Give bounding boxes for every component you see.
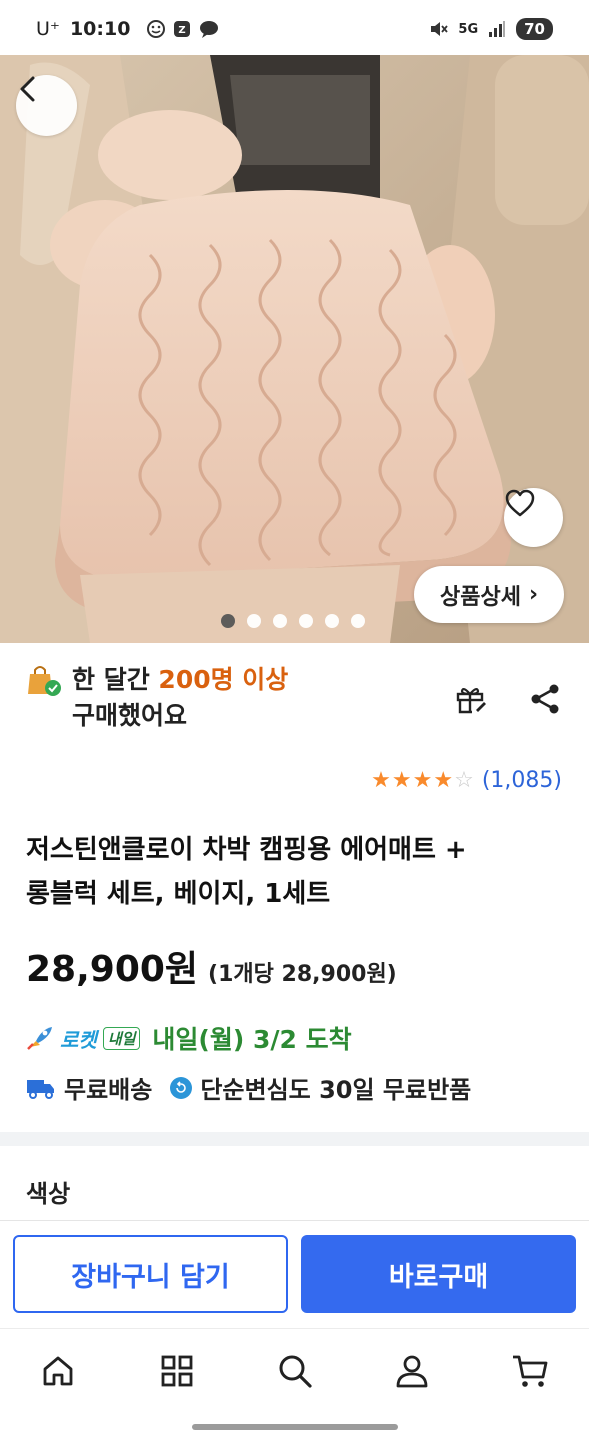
star-filled-icon: ★ (371, 767, 391, 793)
nav-cart[interactable] (510, 1351, 550, 1391)
product-detail-label: 상품상세 (439, 584, 521, 610)
free-return-label: 단순변심도 30일 무료반품 (200, 1076, 472, 1104)
cart-icon (513, 1355, 548, 1387)
notification-icons: Z (146, 19, 220, 39)
star-filled-icon: ★ (412, 767, 433, 793)
clock: 10:10 (69, 18, 131, 40)
heart-icon (505, 489, 535, 517)
review-count-link[interactable]: (1,085) (482, 768, 562, 793)
category-icon (161, 1355, 193, 1387)
section-divider (0, 1132, 589, 1146)
unit-price: (1개당 28,900원) (208, 962, 397, 987)
nav-search[interactable] (275, 1351, 315, 1391)
gesture-bar[interactable] (192, 1424, 398, 1430)
carrier-label: U⁺ (36, 18, 60, 40)
truck-icon (27, 1079, 54, 1099)
nav-category[interactable] (157, 1351, 197, 1391)
status-right: 5G 70 (428, 18, 553, 40)
product-title-line: 저스틴앤클로이 차박 캠핑용 에어매트 + (26, 835, 467, 865)
carousel-dots (221, 614, 365, 628)
battery-indicator: 70 (516, 18, 553, 40)
rocket-delivery-row: 로켓 내일 내일(월) 3/2 도착 (26, 1020, 352, 1056)
product-image-carousel[interactable]: 상품상세 › (0, 55, 589, 643)
product-title-line: 롱블럭 세트, 베이지, 1세트 (26, 879, 331, 909)
purchase-info: 한 달간 200명 이상 구매했어요 (26, 660, 566, 740)
star-filled-icon: ★ (391, 767, 412, 793)
next-day-badge: 내일 (102, 1026, 141, 1050)
back-button[interactable] (16, 75, 77, 136)
emoji-notification-icon (147, 20, 166, 38)
rocket-icon (27, 1027, 52, 1050)
arrival-date: 내일(월) 3/2 도착 (152, 1025, 352, 1054)
product-detail-button[interactable]: 상품상세 › (414, 566, 564, 623)
star-filled-icon: ★ (433, 767, 454, 793)
bottom-navigation (0, 1328, 589, 1414)
chevron-left-icon (20, 76, 35, 102)
chat-notification-icon (200, 21, 219, 38)
app-notification-icon: Z (174, 21, 191, 37)
nav-my-page[interactable] (392, 1351, 432, 1391)
share-icon[interactable] (528, 682, 562, 716)
rocket-label: 로켓 (60, 1027, 97, 1052)
star-rating: ★ ★ ★ ★ ☆ (371, 767, 474, 793)
purchase-suffix: 구매했어요 (72, 701, 188, 730)
carousel-dot[interactable] (325, 614, 339, 628)
star-empty-icon: ☆ (454, 767, 474, 793)
carousel-dot[interactable] (351, 614, 365, 628)
purchase-prefix: 한 달간 (72, 665, 159, 694)
gift-icon[interactable] (454, 682, 488, 716)
free-shipping-label: 무료배송 (64, 1076, 153, 1104)
nav-home[interactable] (38, 1351, 78, 1391)
shipping-info-row: 무료배송 단순변심도 30일 무료반품 (26, 1070, 471, 1105)
carousel-dot[interactable] (247, 614, 261, 628)
mute-icon (431, 22, 449, 36)
add-to-cart-button[interactable]: 장바구니 담기 (13, 1235, 288, 1313)
carousel-dot[interactable] (273, 614, 287, 628)
return-icon (170, 1076, 193, 1099)
carousel-dot-active[interactable] (221, 614, 235, 628)
signal-icon (489, 21, 506, 37)
sale-price: 28,900원 (26, 949, 199, 990)
wishlist-button[interactable] (504, 488, 563, 547)
chevron-right-icon: › (528, 582, 539, 607)
my-page-icon (396, 1355, 428, 1388)
purchase-action-bar: 장바구니 담기 바로구매 (0, 1220, 589, 1328)
shopping-bag-check-icon (28, 666, 61, 696)
rating-summary[interactable]: ★ ★ ★ ★ ☆ (1,085) (371, 768, 562, 793)
status-left: U⁺ 10:10 Z (36, 18, 220, 40)
purchase-count-text: 한 달간 200명 이상 구매했어요 (72, 662, 288, 734)
carousel-dot[interactable] (299, 614, 313, 628)
network-label: 5G (458, 21, 479, 37)
search-icon (279, 1355, 312, 1388)
product-photo (0, 55, 589, 643)
status-bar: U⁺ 10:10 Z 5G 70 (0, 0, 589, 58)
price-row: 28,900원 (1개당 28,900원) (26, 940, 397, 992)
purchase-highlight: 200명 이상 (158, 665, 289, 694)
buy-now-button[interactable]: 바로구매 (301, 1235, 576, 1313)
home-icon (43, 1356, 73, 1386)
product-title: 저스틴앤클로이 차박 캠핑용 에어매트 + 롱블럭 세트, 베이지, 1세트 (26, 828, 556, 916)
color-option-label: 색상 (26, 1180, 71, 1208)
svg-text:Z: Z (179, 25, 186, 36)
